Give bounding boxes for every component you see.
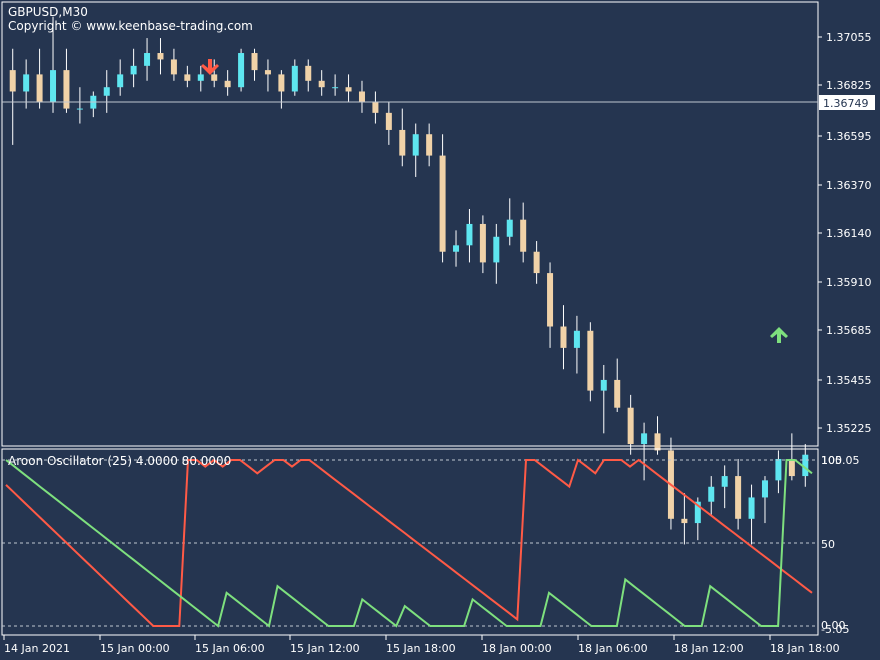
svg-text:1.36595: 1.36595 [826, 130, 872, 143]
candle-body [748, 497, 755, 519]
svg-text:15 Jan 06:00: 15 Jan 06:00 [195, 642, 265, 655]
candle-body [587, 330, 594, 391]
current-price-tag: 1.36749 [819, 95, 875, 110]
candle-body [735, 476, 742, 519]
svg-text:15 Jan 00:00: 15 Jan 00:00 [100, 642, 170, 655]
aroon-axis-label: -5.05 [821, 623, 849, 636]
svg-text:1.36825: 1.36825 [826, 79, 872, 92]
aroon-indicator-label: Aroon Oscillator (25) 4.0000 80.0000 [8, 454, 231, 468]
svg-text:18 Jan 18:00: 18 Jan 18:00 [770, 642, 840, 655]
svg-text:15 Jan 18:00: 15 Jan 18:00 [386, 642, 456, 655]
candle-body [708, 486, 715, 502]
price-tick: 1.36370 [818, 179, 872, 192]
candle-body [520, 219, 527, 252]
svg-text:18 Jan 06:00: 18 Jan 06:00 [578, 642, 648, 655]
candle-body [600, 379, 607, 391]
candle-body [184, 74, 191, 81]
candle-body [197, 74, 204, 81]
copyright-label: Copyright © www.keenbase-trading.com [8, 19, 253, 33]
price-axis: 1.37055 1.36825 1.36595 1.36370 1.36140 … [818, 31, 875, 435]
price-tick: 1.35455 [818, 374, 872, 387]
candle-body [9, 70, 16, 92]
price-tick: 1.36140 [818, 227, 872, 240]
candle-body [291, 65, 298, 92]
candle-body [466, 223, 473, 246]
candle-body [63, 70, 70, 109]
candle-body [479, 223, 486, 263]
candle [238, 48, 245, 92]
candle-body [144, 53, 151, 66]
candle-body [305, 65, 312, 81]
candle-body [238, 53, 245, 88]
price-tick: 1.37055 [818, 31, 872, 44]
candle-body [533, 251, 540, 274]
price-tick: 1.36595 [818, 130, 872, 143]
candle-body [251, 53, 258, 71]
candle-body [721, 476, 728, 487]
svg-text:1.35685: 1.35685 [826, 324, 872, 337]
candle-body [211, 74, 218, 81]
svg-text:15 Jan 12:00: 15 Jan 12:00 [290, 642, 360, 655]
candle-body [788, 458, 795, 477]
candle-body [264, 70, 271, 75]
candle-body [345, 87, 352, 92]
price-tick: 1.35685 [818, 324, 872, 337]
candle-body [560, 326, 567, 348]
svg-text:1.35225: 1.35225 [826, 422, 872, 435]
candle-body [385, 112, 392, 130]
candle-body [332, 87, 339, 89]
trading-chart: GBPUSD,M30 Copyright © www.keenbase-trad… [0, 0, 880, 660]
candle-body [224, 80, 231, 88]
candle-body [627, 407, 634, 445]
candle-body [170, 59, 177, 75]
candle-body [426, 134, 433, 156]
candle-body [372, 102, 379, 113]
candle-body [76, 108, 83, 110]
candle-body [506, 219, 513, 237]
svg-text:14 Jan 2021: 14 Jan 2021 [4, 642, 70, 655]
candle-body [573, 330, 580, 348]
svg-text:18 Jan 12:00: 18 Jan 12:00 [674, 642, 744, 655]
aroon-axis-label: 100 [821, 454, 842, 467]
candle-body [761, 480, 768, 498]
candle-body [130, 65, 137, 75]
candle-body [775, 458, 782, 481]
candle-body [412, 134, 419, 156]
svg-text:1.35455: 1.35455 [826, 374, 872, 387]
aroon-axis-label: 50 [821, 538, 835, 551]
svg-text:1.37055: 1.37055 [826, 31, 872, 44]
price-tick: 1.35225 [818, 422, 872, 435]
candle-body [439, 155, 446, 252]
candle-body [117, 74, 124, 88]
candle-body [318, 80, 325, 88]
svg-text:18 Jan 00:00: 18 Jan 00:00 [482, 642, 552, 655]
candle-body [23, 74, 30, 92]
candle-body [641, 433, 648, 445]
svg-text:1.36140: 1.36140 [826, 227, 872, 240]
candle-body [358, 91, 365, 103]
price-tick: 1.35910 [818, 276, 872, 289]
candle-body [614, 379, 621, 408]
candle-body [50, 70, 57, 103]
candle-body [157, 53, 164, 60]
candle-body [493, 236, 500, 263]
svg-text:1.35910: 1.35910 [826, 276, 872, 289]
candle-body [654, 433, 661, 451]
svg-text:1.36749: 1.36749 [823, 97, 869, 110]
candle [587, 322, 594, 402]
candle-body [547, 273, 554, 327]
price-tick: 1.36825 [818, 79, 872, 92]
candle-body [278, 74, 285, 92]
candle-body [36, 74, 43, 103]
candle-body [681, 518, 688, 524]
candle-body [103, 87, 110, 96]
svg-text:1.36370: 1.36370 [826, 179, 872, 192]
candle-body [453, 245, 460, 252]
symbol-timeframe-label: GBPUSD,M30 [8, 5, 88, 19]
candle-body [399, 129, 406, 156]
